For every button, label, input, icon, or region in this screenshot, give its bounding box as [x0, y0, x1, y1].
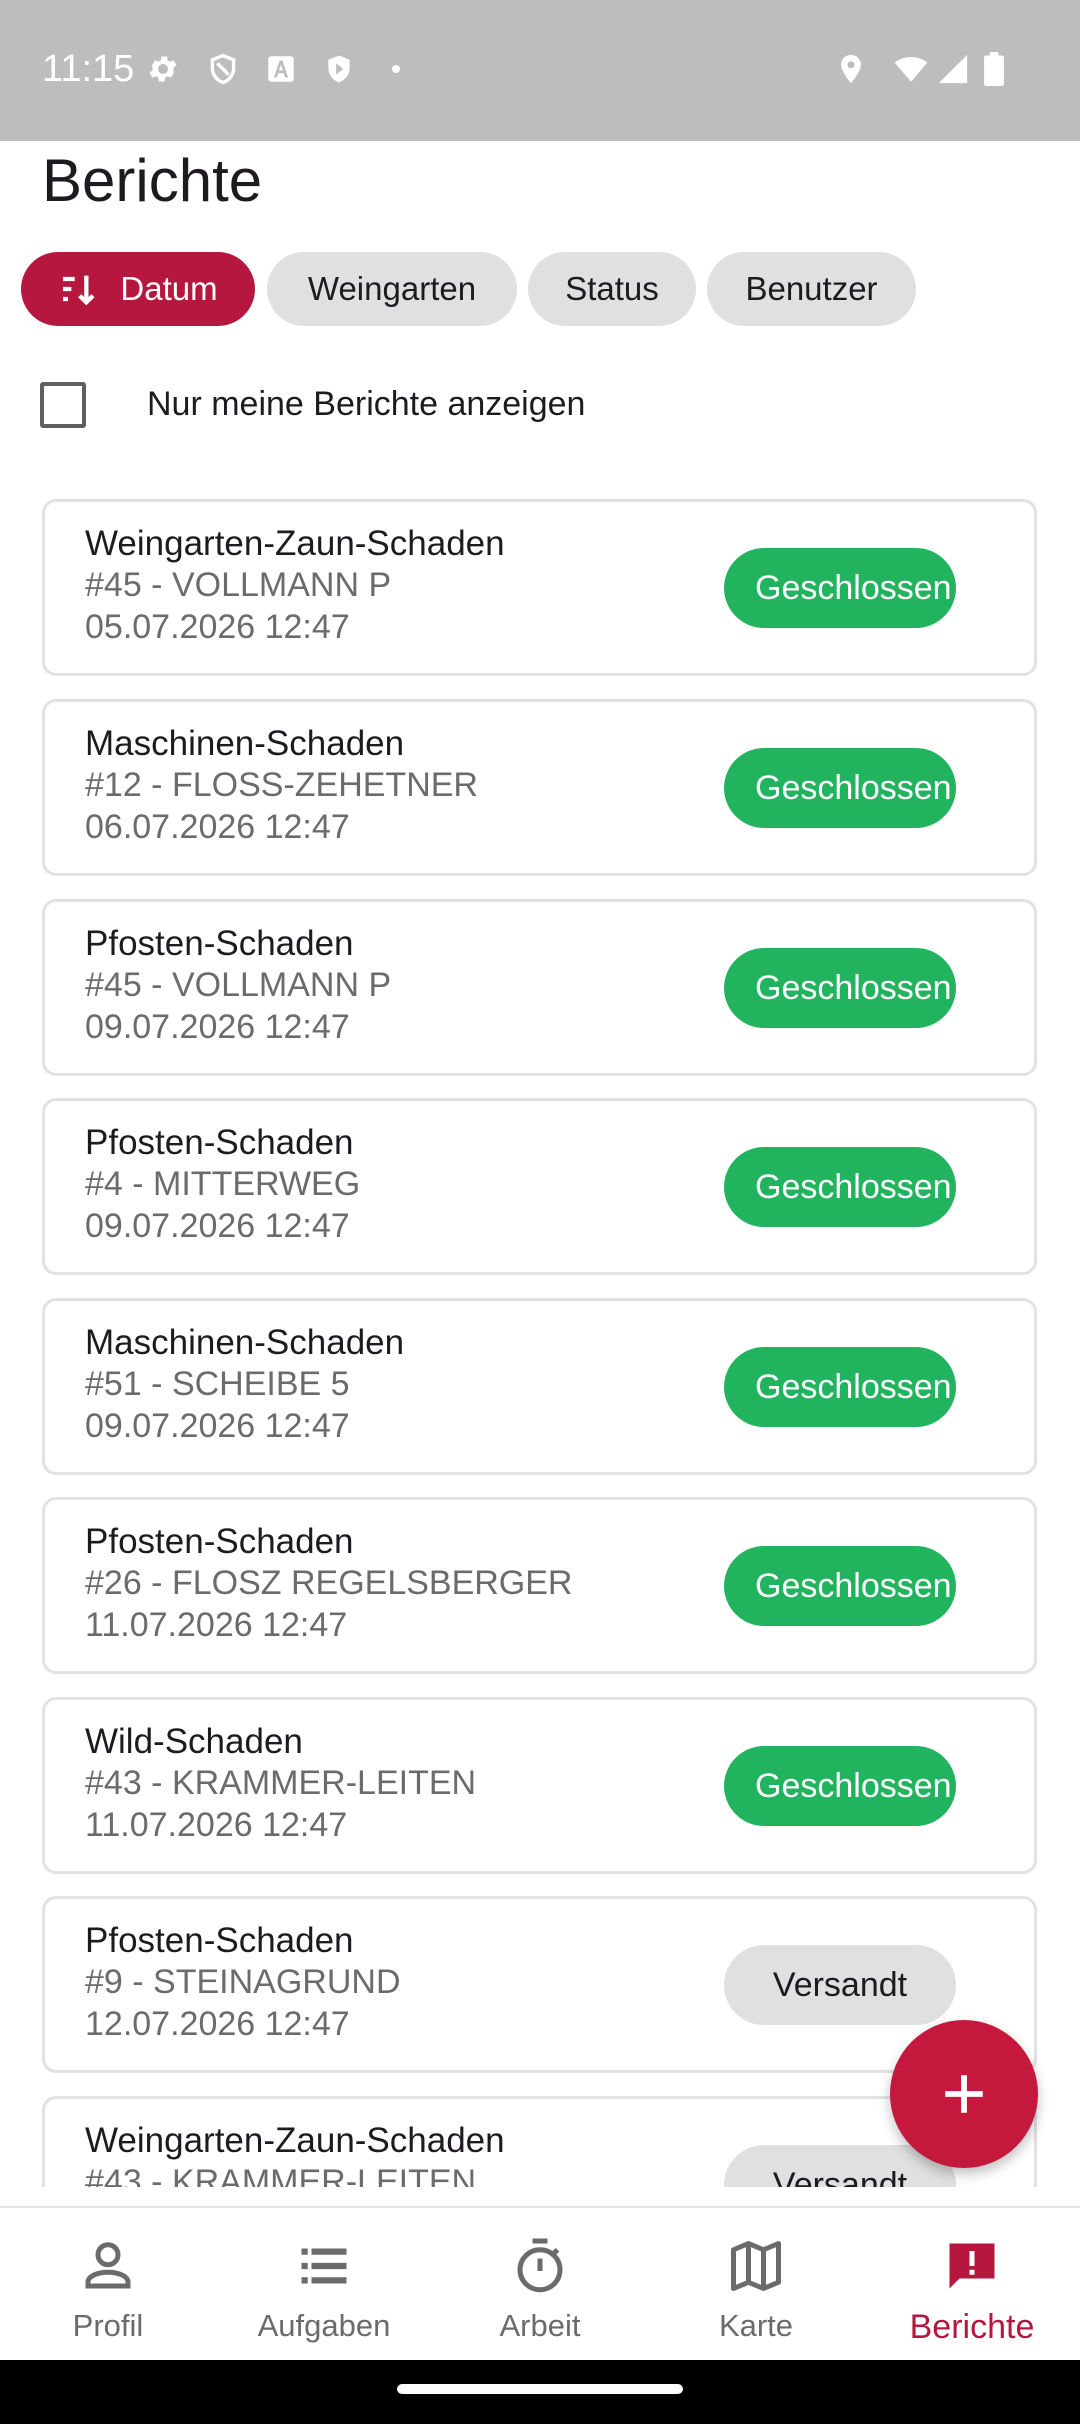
report-date: 11.07.2026 12:47 — [85, 1606, 348, 1644]
nav-label: Aufgaben — [257, 2308, 391, 2343]
report-title: Pfosten-Schaden — [85, 1522, 354, 1561]
report-date: 09.07.2026 12:47 — [85, 1008, 350, 1046]
nav-label: Berichte — [909, 2308, 1035, 2346]
nav-item-karte[interactable]: Karte — [648, 2208, 864, 2362]
dot-icon — [384, 52, 408, 86]
chip-label: Datum — [120, 270, 218, 307]
chip-label: Benutzer — [745, 270, 878, 307]
chip-status[interactable]: Status — [528, 252, 696, 326]
report-card[interactable]: Pfosten-Schaden #26 - FLOSZ REGELSBERGER… — [42, 1497, 1037, 1674]
plus-icon — [939, 2069, 989, 2119]
status-badge: Geschlossen — [724, 1546, 956, 1626]
wifi-icon — [890, 52, 932, 86]
page-title: Berichte — [42, 147, 263, 214]
report-card[interactable]: Weingarten-Zaun-Schaden #45 - VOLLMANN P… — [42, 499, 1037, 676]
home-handle[interactable] — [397, 2384, 683, 2394]
battery-icon — [980, 52, 1008, 86]
timer-icon — [510, 2236, 570, 2296]
report-card[interactable]: Pfosten-Schaden #4 - MITTERWEG 09.07.202… — [42, 1098, 1037, 1275]
gear-icon — [146, 52, 180, 86]
add-report-button[interactable] — [890, 2020, 1038, 2168]
status-badge: Geschlossen — [724, 748, 956, 828]
report-date: 12.07.2026 12:47 — [85, 2005, 350, 2043]
report-title: Weingarten-Zaun-Schaden — [85, 2121, 505, 2160]
report-vineyard: #45 - VOLLMANN P — [85, 966, 392, 1004]
nav-label: Karte — [718, 2308, 794, 2343]
person-icon — [78, 2236, 138, 2296]
nav-label: Profil — [72, 2308, 144, 2343]
status-badge: Geschlossen — [724, 1347, 956, 1427]
status-badge: Geschlossen — [724, 948, 956, 1028]
report-vineyard: #43 - KRAMMER-LEITEN — [85, 1764, 477, 1802]
report-date: 09.07.2026 12:47 — [85, 1207, 350, 1245]
status-time: 11:15 — [42, 48, 135, 90]
report-vineyard: #51 - SCHEIBE 5 — [85, 1365, 350, 1403]
only-mine-label: Nur meine Berichte anzeigen — [147, 385, 586, 423]
chip-label: Status — [565, 270, 659, 307]
report-card[interactable]: Maschinen-Schaden #51 - SCHEIBE 5 09.07.… — [42, 1298, 1037, 1475]
report-vineyard: #12 - FLOSS-ZEHETNER — [85, 766, 478, 804]
report-title: Maschinen-Schaden — [85, 1323, 405, 1362]
report-card[interactable]: Pfosten-Schaden #45 - VOLLMANN P 09.07.2… — [42, 899, 1037, 1076]
bottom-nav: Profil Aufgaben Arbeit Karte Berichte — [0, 2206, 1080, 2360]
chip-benutzer[interactable]: Benutzer — [707, 252, 916, 326]
gesture-bar — [0, 2360, 1080, 2424]
report-title: Pfosten-Schaden — [85, 924, 354, 963]
report-vineyard: #9 - STEINAGRUND — [85, 1963, 401, 2001]
report-title: Maschinen-Schaden — [85, 724, 405, 763]
play-shield-icon — [322, 52, 356, 86]
report-date: 06.07.2026 12:47 — [85, 808, 350, 846]
only-mine-checkbox[interactable] — [40, 382, 86, 428]
report-vineyard: #43 - KRAMMER-LEITEN — [85, 2163, 477, 2187]
font-a-icon — [264, 52, 298, 86]
chip-label: Weingarten — [307, 270, 477, 307]
report-vineyard: #4 - MITTERWEG — [85, 1165, 361, 1203]
report-card[interactable]: Maschinen-Schaden #12 - FLOSS-ZEHETNER 0… — [42, 699, 1037, 876]
nav-item-berichte[interactable]: Berichte — [864, 2208, 1080, 2362]
chip-datum[interactable]: Datum — [21, 252, 255, 326]
sort-icon — [58, 269, 98, 309]
nav-label: Arbeit — [499, 2308, 581, 2343]
report-card[interactable]: Pfosten-Schaden #9 - STEINAGRUND 12.07.2… — [42, 1896, 1037, 2073]
chip-weingarten[interactable]: Weingarten — [267, 252, 517, 326]
report-vineyard: #26 - FLOSZ REGELSBERGER — [85, 1564, 573, 1602]
nav-item-profil[interactable]: Profil — [0, 2208, 216, 2362]
status-bar: 11:15 — [0, 0, 1080, 141]
status-badge: Geschlossen — [724, 1746, 956, 1826]
report-title: Wild-Schaden — [85, 1722, 303, 1761]
status-badge: Versandt — [724, 1945, 956, 2025]
shield-icon — [206, 52, 240, 86]
map-icon — [726, 2236, 786, 2296]
report-title: Pfosten-Schaden — [85, 1123, 354, 1162]
report-date: 09.07.2026 12:47 — [85, 1407, 350, 1445]
signal-icon — [936, 52, 970, 86]
report-title: Weingarten-Zaun-Schaden — [85, 524, 505, 563]
report-title: Pfosten-Schaden — [85, 1921, 354, 1960]
report-date: 11.07.2026 12:47 — [85, 1806, 348, 1844]
nav-item-arbeit[interactable]: Arbeit — [432, 2208, 648, 2362]
report-card[interactable]: Wild-Schaden #43 - KRAMMER-LEITEN 11.07.… — [42, 1697, 1037, 1874]
report-icon — [942, 2236, 1002, 2296]
nav-item-aufgaben[interactable]: Aufgaben — [216, 2208, 432, 2362]
report-date: 05.07.2026 12:47 — [85, 608, 350, 646]
list-icon — [294, 2236, 354, 2296]
status-badge: Geschlossen — [724, 548, 956, 628]
location-icon — [834, 52, 868, 86]
status-badge: Geschlossen — [724, 1147, 956, 1227]
report-vineyard: #45 - VOLLMANN P — [85, 566, 392, 604]
report-list[interactable]: Weingarten-Zaun-Schaden #45 - VOLLMANN P… — [0, 499, 1080, 2187]
report-card[interactable]: Weingarten-Zaun-Schaden #43 - KRAMMER-LE… — [42, 2096, 1037, 2187]
